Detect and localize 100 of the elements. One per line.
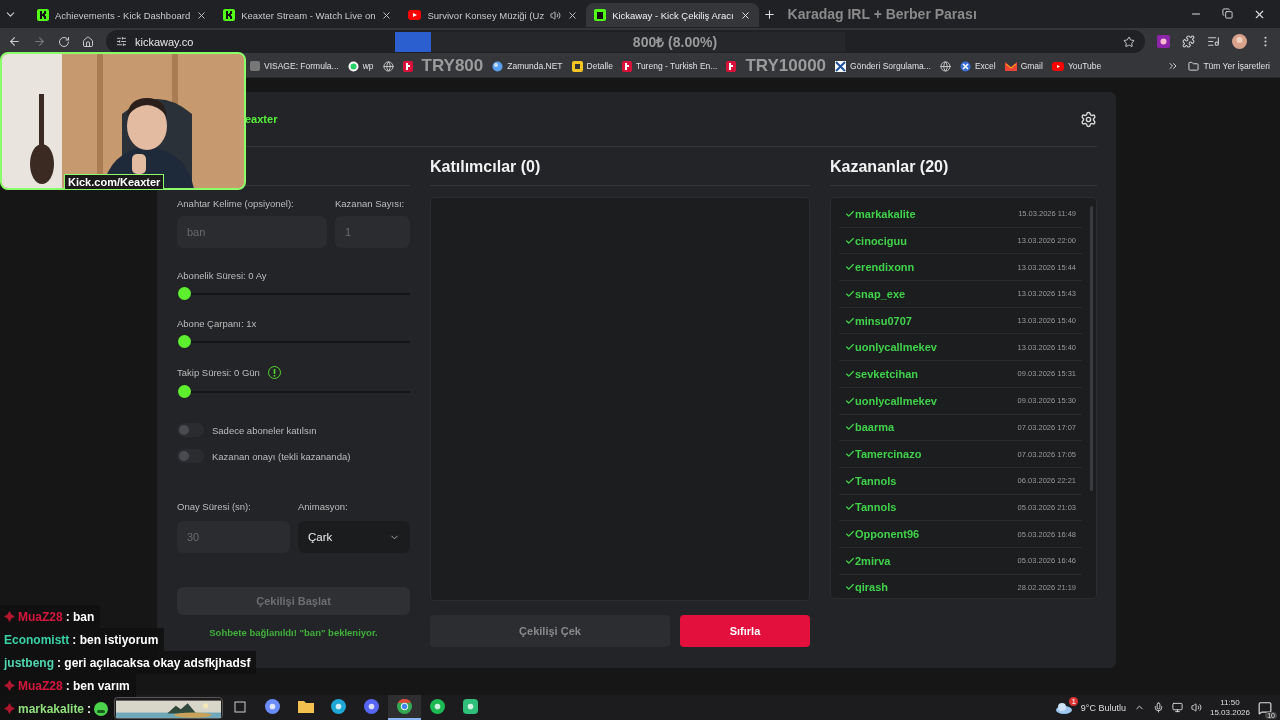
stream-overlay-title: Karadag IRL + Berber Parası — [787, 6, 977, 22]
slider-label: Abone Çarpanı: 1x — [177, 318, 257, 329]
chat-username: MuaZ28 — [18, 678, 63, 693]
chat-username: markakalite — [18, 701, 85, 716]
bookmark-link[interactable]: Tureng - Turkish En... — [622, 60, 718, 72]
winner-name: uonlycallmekev — [855, 394, 937, 407]
winner-name: Tannols — [855, 501, 897, 514]
back-icon[interactable] — [8, 35, 21, 48]
bookmark-link[interactable]: Excel — [959, 60, 996, 72]
field-label: Animasyon: — [298, 501, 348, 512]
slider-thumb[interactable] — [178, 385, 191, 398]
gift-logo-icon — [594, 9, 607, 21]
check-icon — [845, 342, 855, 353]
letter-t-icon — [402, 60, 413, 72]
check-icon — [845, 395, 855, 406]
discord-icon — [364, 699, 379, 714]
letter-t-icon — [726, 60, 737, 72]
stream-overlay-amount: TRY10000 — [745, 56, 827, 76]
address-bar[interactable]: kickaway.co 800₺ (8.00%) — [106, 30, 1145, 53]
bookmark-link[interactable]: Gmail — [1004, 61, 1043, 71]
winner-name: erendixonn — [855, 261, 915, 274]
taskbar-app[interactable] — [388, 695, 421, 720]
bookmark-link[interactable]: wp — [347, 60, 374, 72]
globe-icon — [382, 60, 394, 72]
toggle-switch[interactable] — [177, 449, 204, 463]
bookmark-star-icon[interactable] — [1123, 35, 1135, 48]
clock[interactable]: 11:50 15.03.2026 — [1209, 697, 1250, 718]
bookmark-link[interactable]: Detalle — [571, 60, 613, 72]
kick-logo-icon — [223, 9, 236, 21]
square-icon — [571, 60, 583, 72]
extension-icon[interactable] — [1157, 35, 1170, 48]
url-text: kickaway.co — [135, 35, 195, 48]
browser-tab[interactable]: Survivor Konsey Müziği (Uz — [400, 3, 587, 27]
microphone-icon[interactable] — [1152, 702, 1164, 713]
bookmark-link[interactable]: YouTube — [1051, 61, 1102, 71]
scrollbar[interactable] — [1090, 206, 1093, 491]
check-icon — [845, 262, 855, 273]
toggle-switch[interactable] — [177, 423, 204, 437]
folder-icon — [1188, 60, 1200, 72]
winner-name: uonlycallmekev — [855, 341, 937, 354]
slider-thumb[interactable] — [178, 335, 191, 348]
all-bookmarks-link[interactable]: Tüm Yer İşaretleri — [1188, 60, 1270, 72]
reset-button[interactable]: Sıfırla — [680, 615, 810, 647]
chat-message: : geri açılacaksa okay adsfkjhadsf — [57, 655, 251, 670]
settings-icon[interactable] — [1080, 110, 1097, 128]
task-view-icon — [232, 700, 247, 713]
chat-username: Economistt — [4, 632, 70, 647]
new-tab-icon[interactable] — [762, 7, 776, 21]
bookmark-link[interactable]: VISAGE: Formula... — [250, 61, 339, 71]
browser-tab[interactable]: Keaxter Stream - Watch Live on — [215, 3, 401, 27]
restore-icon[interactable] — [1222, 7, 1233, 19]
close-icon[interactable] — [196, 9, 208, 21]
winner-name: Tannols — [855, 474, 897, 487]
winner-count-field[interactable]: 1 — [335, 216, 410, 248]
browser-tab[interactable]: Achievements - Kick Dashboard — [29, 3, 216, 27]
extensions-icon[interactable] — [1182, 35, 1195, 48]
chat-message: : — [87, 701, 92, 716]
check-icon — [845, 235, 855, 246]
winner-name: minsu0707 — [855, 314, 912, 327]
volume-icon[interactable] — [1190, 702, 1202, 713]
participants-heading: Katılımcılar (0) — [430, 158, 541, 176]
animation-select[interactable]: Çark — [298, 521, 410, 553]
check-icon — [845, 475, 855, 486]
youtube-logo-icon — [1051, 61, 1064, 71]
globe-icon — [939, 60, 951, 72]
home-icon[interactable] — [82, 35, 94, 48]
close-icon[interactable] — [567, 9, 579, 21]
slider-label: Abonelik Süresi: 0 Ay — [177, 270, 267, 281]
slider-thumb[interactable] — [178, 287, 191, 300]
notification-icon[interactable] — [1258, 700, 1272, 715]
close-icon[interactable] — [381, 9, 393, 21]
network-icon[interactable] — [1171, 702, 1183, 713]
reload-icon[interactable] — [58, 35, 70, 48]
avatar-icon[interactable] — [1232, 34, 1247, 49]
app-icon — [463, 699, 478, 714]
keyword-field[interactable]: ban — [177, 216, 327, 248]
cross-icon — [835, 60, 847, 72]
winner-name: snap_exe — [855, 287, 906, 300]
confirm-time-field[interactable]: 30 — [177, 521, 290, 553]
field-label: Kazanan Sayısı: — [335, 198, 405, 209]
media-icon[interactable] — [1207, 35, 1220, 48]
site-icon — [250, 61, 260, 71]
check-icon — [845, 582, 855, 593]
chat-message: : ben istiyorum — [72, 632, 159, 647]
chat-bubble-icon — [347, 60, 359, 72]
check-icon — [845, 555, 855, 566]
excel-icon — [959, 60, 971, 72]
close-icon[interactable] — [739, 9, 751, 21]
bookmark-link[interactable]: Gönderi Sorgulama... — [835, 60, 931, 72]
youtube-logo-icon — [408, 10, 422, 20]
emote-icon — [94, 701, 109, 716]
envelope-icon — [1004, 61, 1017, 71]
forward-icon[interactable] — [33, 35, 46, 48]
browser-tab[interactable]: Kickaway - Kick Çekiliş Aracı — [586, 3, 759, 27]
slider-label: Takip Süresi: 0 Gün — [177, 367, 260, 378]
badge-icon — [4, 703, 15, 714]
site-settings-icon[interactable] — [116, 36, 127, 47]
bookmark-link[interactable]: Zamunda.NET — [492, 60, 563, 72]
check-icon — [845, 502, 855, 513]
check-icon — [845, 315, 855, 326]
